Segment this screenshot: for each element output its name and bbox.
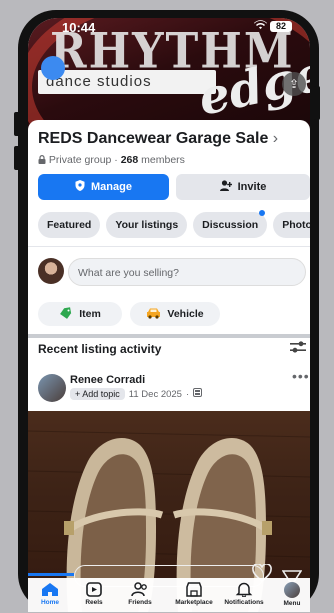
group-panel: REDS Dancewear Garage Sale › Private gro… (28, 120, 310, 612)
divider (28, 246, 310, 247)
tab-menu[interactable]: Menu (266, 582, 310, 607)
manage-label: Manage (91, 181, 132, 193)
group-tabs: Featured Your listings Discussion Photos (38, 210, 310, 238)
chip-discussion-label: Discussion (202, 219, 259, 231)
post-date[interactable]: 11 Dec 2025 (129, 389, 182, 400)
more-options-icon[interactable]: ••• (292, 368, 310, 384)
invite-label: Invite (237, 181, 267, 193)
floating-dot[interactable] (41, 56, 65, 80)
audience-icon (193, 388, 203, 400)
shield-icon (75, 180, 85, 194)
filter-sliders-icon[interactable] (290, 340, 306, 354)
reels-icon (86, 582, 102, 597)
friends-icon (131, 582, 147, 597)
home-tab-indicator (28, 573, 74, 576)
poster-avatar[interactable] (38, 374, 66, 402)
status-time: 10:44 (62, 20, 96, 35)
item-label: Item (79, 308, 101, 320)
chip-your-listings[interactable]: Your listings (106, 212, 188, 238)
screen: RHYTHM dance studios edge 10:44 82 ⇪ RED… (28, 18, 310, 612)
member-label: members (141, 154, 185, 166)
user-avatar[interactable] (38, 258, 64, 284)
share-icon[interactable]: ⇪ (282, 72, 306, 96)
car-icon (146, 307, 161, 322)
profile-avatar-icon (284, 582, 300, 598)
tab-notifications[interactable]: Notifications (218, 582, 270, 606)
tab-friends-label: Friends (128, 599, 152, 606)
tab-home-label: Home (40, 599, 60, 606)
chip-discussion[interactable]: Discussion (193, 210, 268, 238)
vehicle-label: Vehicle (167, 308, 204, 320)
poster-name[interactable]: Renee Corradi (70, 374, 145, 386)
tab-friends[interactable]: Friends (114, 582, 166, 606)
phone-side-button (14, 146, 20, 170)
group-meta: Private group · 268 members (38, 154, 185, 166)
chip-featured[interactable]: Featured (38, 212, 101, 238)
tab-reels-label: Reels (85, 599, 103, 606)
marketplace-icon (186, 582, 202, 597)
member-count[interactable]: 268 (121, 154, 139, 166)
tab-notifications-label: Notifications (224, 599, 264, 606)
home-icon (42, 583, 58, 596)
lock-icon (38, 154, 49, 166)
tab-marketplace[interactable]: Marketplace (168, 582, 220, 606)
chevron-right-icon: › (272, 130, 279, 147)
section-divider (28, 334, 310, 338)
bottom-tab-bar: Home Reels Friends Marketplace Notificat… (28, 578, 310, 612)
phone-side-button (314, 86, 320, 120)
sell-input[interactable]: What are you selling? (68, 258, 306, 286)
wifi-icon (254, 20, 267, 33)
add-topic-button[interactable]: + Add topic (70, 388, 125, 400)
group-privacy: Private group (48, 154, 112, 166)
group-title[interactable]: REDS Dancewear Garage Sale › (38, 130, 278, 148)
phone-side-button (14, 112, 20, 136)
item-button[interactable]: Item (38, 302, 122, 326)
tag-icon (59, 306, 73, 322)
invite-button[interactable]: Invite (176, 174, 310, 200)
post-meta: + Add topic 11 Dec 2025 · (70, 388, 203, 400)
tab-marketplace-label: Marketplace (175, 599, 213, 606)
tab-menu-label: Menu (283, 600, 301, 607)
manage-button[interactable]: Manage (38, 174, 169, 200)
notification-dot (259, 210, 266, 216)
chip-photos[interactable]: Photos (273, 212, 310, 238)
add-person-icon (219, 180, 232, 194)
tab-reels[interactable]: Reels (68, 582, 120, 606)
battery-indicator: 82 (270, 21, 292, 32)
cover-logo-subtitle: dance studios (38, 70, 216, 94)
bell-icon (235, 582, 253, 597)
group-title-text: REDS Dancewear Garage Sale (38, 130, 269, 147)
status-bar: 10:44 82 (28, 18, 310, 38)
meta-separator: · (185, 388, 190, 400)
recent-activity-title: Recent listing activity (38, 342, 162, 356)
vehicle-button[interactable]: Vehicle (130, 302, 220, 326)
